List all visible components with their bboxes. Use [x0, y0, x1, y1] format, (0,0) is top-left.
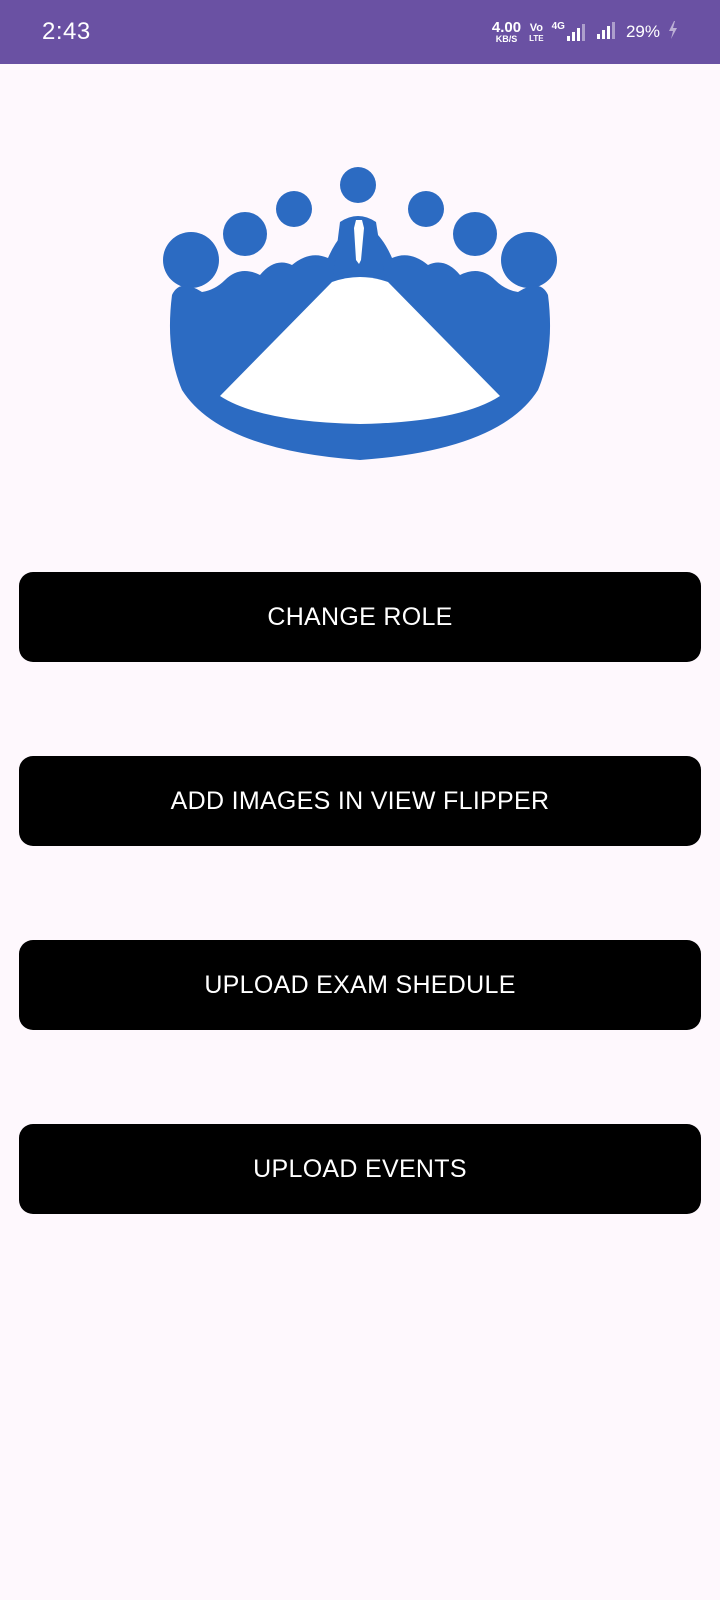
- volte-bottom-label: LTE: [529, 33, 544, 43]
- network-type-label: 4G: [551, 21, 565, 32]
- status-icons: 4.00 KB/S Vo LTE 4G 29%: [492, 18, 678, 46]
- network-speed: 4.00 KB/S: [491, 18, 522, 44]
- meeting-table-people-icon: [160, 160, 560, 470]
- upload-exam-schedule-button[interactable]: UPLOAD EXAM SHEDULE: [19, 940, 701, 1030]
- volte-top-label: Vo: [529, 21, 543, 34]
- add-images-view-flipper-button[interactable]: ADD IMAGES IN VIEW FLIPPER: [19, 756, 701, 846]
- network-speed-value: 4.00: [491, 18, 522, 36]
- signal-4g-icon: 4G: [552, 22, 588, 42]
- battery-percent: 29%: [625, 22, 660, 41]
- status-bar: 2:43 4.00 KB/S Vo LTE 4G 29%: [0, 0, 720, 64]
- volte-icon: Vo LTE: [529, 22, 544, 43]
- status-time: 2:43: [42, 18, 91, 45]
- upload-events-button[interactable]: UPLOAD EVENTS: [19, 1124, 701, 1214]
- network-speed-unit: KB/S: [495, 33, 518, 44]
- battery-charging-icon: [668, 20, 678, 45]
- signal-icon: [596, 20, 618, 45]
- change-role-button[interactable]: CHANGE ROLE: [19, 572, 701, 662]
